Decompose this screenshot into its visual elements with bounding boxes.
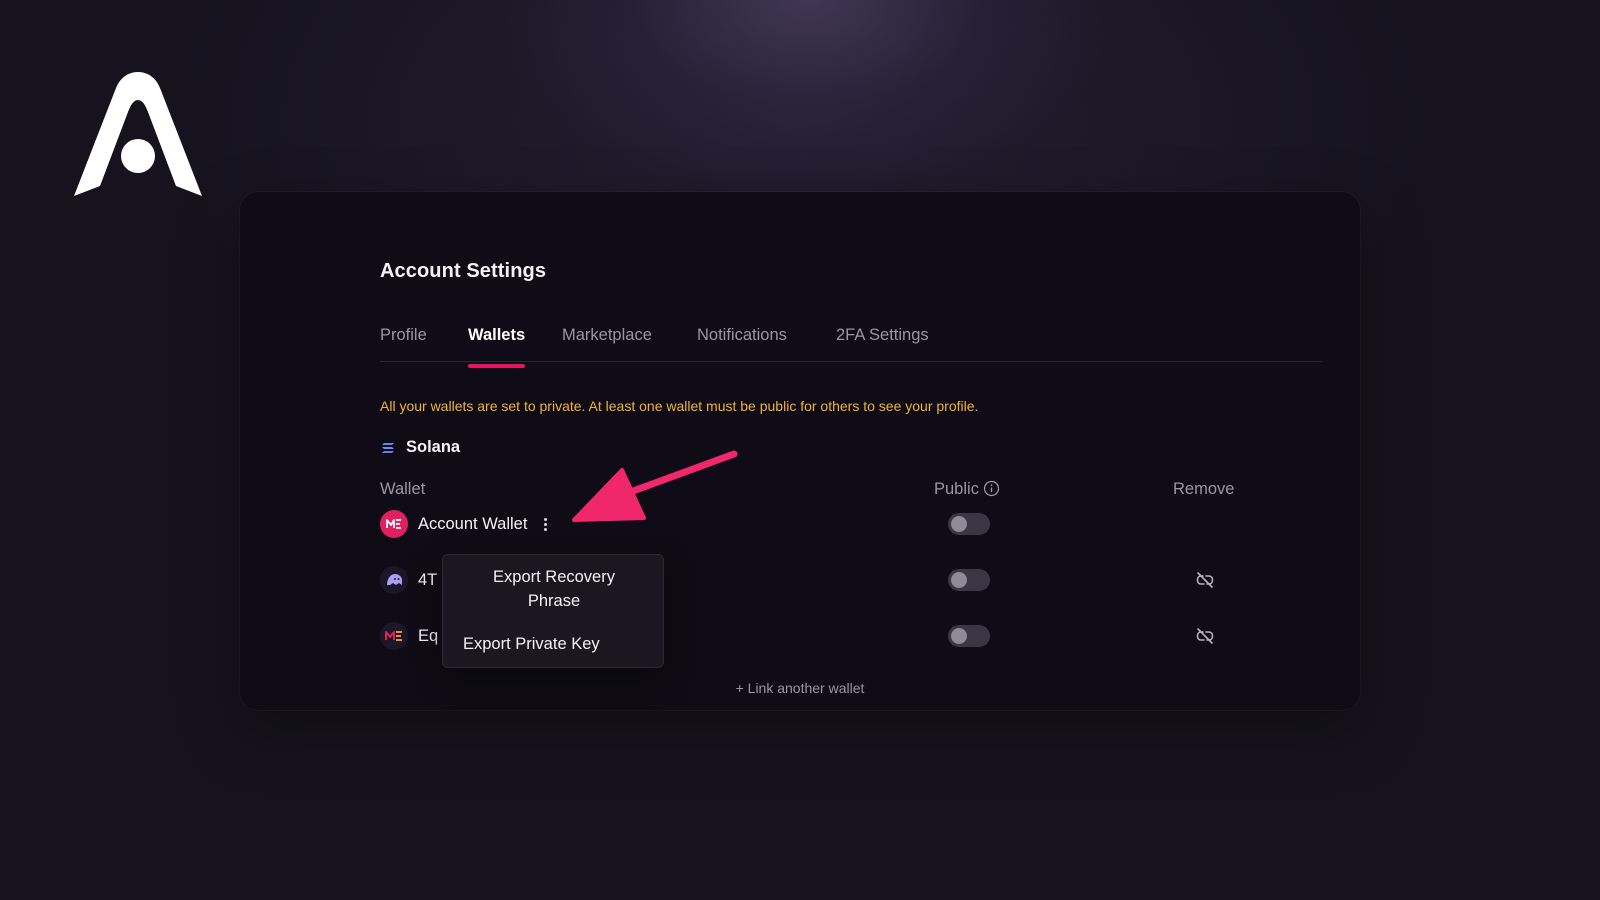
wallet-row: Account Wallet — [380, 509, 551, 539]
tab-profile[interactable]: Profile — [380, 326, 427, 345]
wallet-name: Account Wallet — [418, 514, 528, 533]
brand-logo — [74, 72, 202, 196]
magic-eden-icon — [380, 510, 408, 538]
kebab-dot — [543, 517, 547, 521]
account-settings-card: Account Settings Profile Wallets Marketp… — [240, 192, 1360, 710]
toggle-knob — [951, 628, 967, 644]
toggle-knob — [951, 572, 967, 588]
annotation-arrow — [572, 450, 738, 522]
active-tab-indicator — [468, 364, 525, 368]
phantom-icon — [380, 566, 408, 594]
public-toggle[interactable] — [948, 513, 990, 535]
solana-icon — [382, 442, 394, 453]
toggle-knob — [951, 516, 967, 532]
export-private-key-item[interactable]: Export Private Key — [463, 635, 600, 654]
kebab-dot — [543, 527, 547, 531]
tab-marketplace[interactable]: Marketplace — [562, 326, 652, 345]
settings-tabs: Profile Wallets Marketplace Notification… — [380, 326, 1322, 362]
wallet-options-button[interactable] — [539, 515, 551, 533]
wallet-name: 4T — [418, 570, 438, 589]
column-public-label: Public — [934, 480, 979, 498]
unlink-icon[interactable] — [1195, 570, 1215, 590]
wallet-context-menu: Export Recovery Phrase Export Private Ke… — [442, 554, 664, 668]
column-wallet: Wallet — [380, 480, 426, 498]
private-wallets-warning: All your wallets are set to private. At … — [380, 398, 979, 414]
tab-wallets[interactable]: Wallets — [468, 326, 525, 345]
wallet-row: 4T — [380, 565, 437, 595]
unlink-icon[interactable] — [1195, 626, 1215, 646]
magic-eden-icon — [380, 622, 408, 650]
tab-2fa-settings[interactable]: 2FA Settings — [836, 326, 929, 345]
public-toggle[interactable] — [948, 569, 990, 591]
wallet-row: Eq — [380, 621, 438, 651]
page-title: Account Settings — [380, 260, 547, 282]
chain-header: Solana — [380, 438, 460, 457]
chain-name: Solana — [406, 438, 461, 456]
column-public: Public — [934, 480, 1000, 499]
export-recovery-phrase-item[interactable]: Export Recovery Phrase — [443, 565, 665, 613]
kebab-dot — [543, 522, 547, 526]
wallet-name: Eq — [418, 626, 439, 645]
link-another-wallet-button[interactable]: + Link another wallet — [240, 680, 1360, 696]
column-remove: Remove — [1173, 480, 1235, 498]
info-icon[interactable] — [983, 480, 1000, 497]
public-toggle[interactable] — [948, 625, 990, 647]
app-window: Account Settings Profile Wallets Marketp… — [0, 0, 1600, 900]
tab-notifications[interactable]: Notifications — [697, 326, 787, 345]
